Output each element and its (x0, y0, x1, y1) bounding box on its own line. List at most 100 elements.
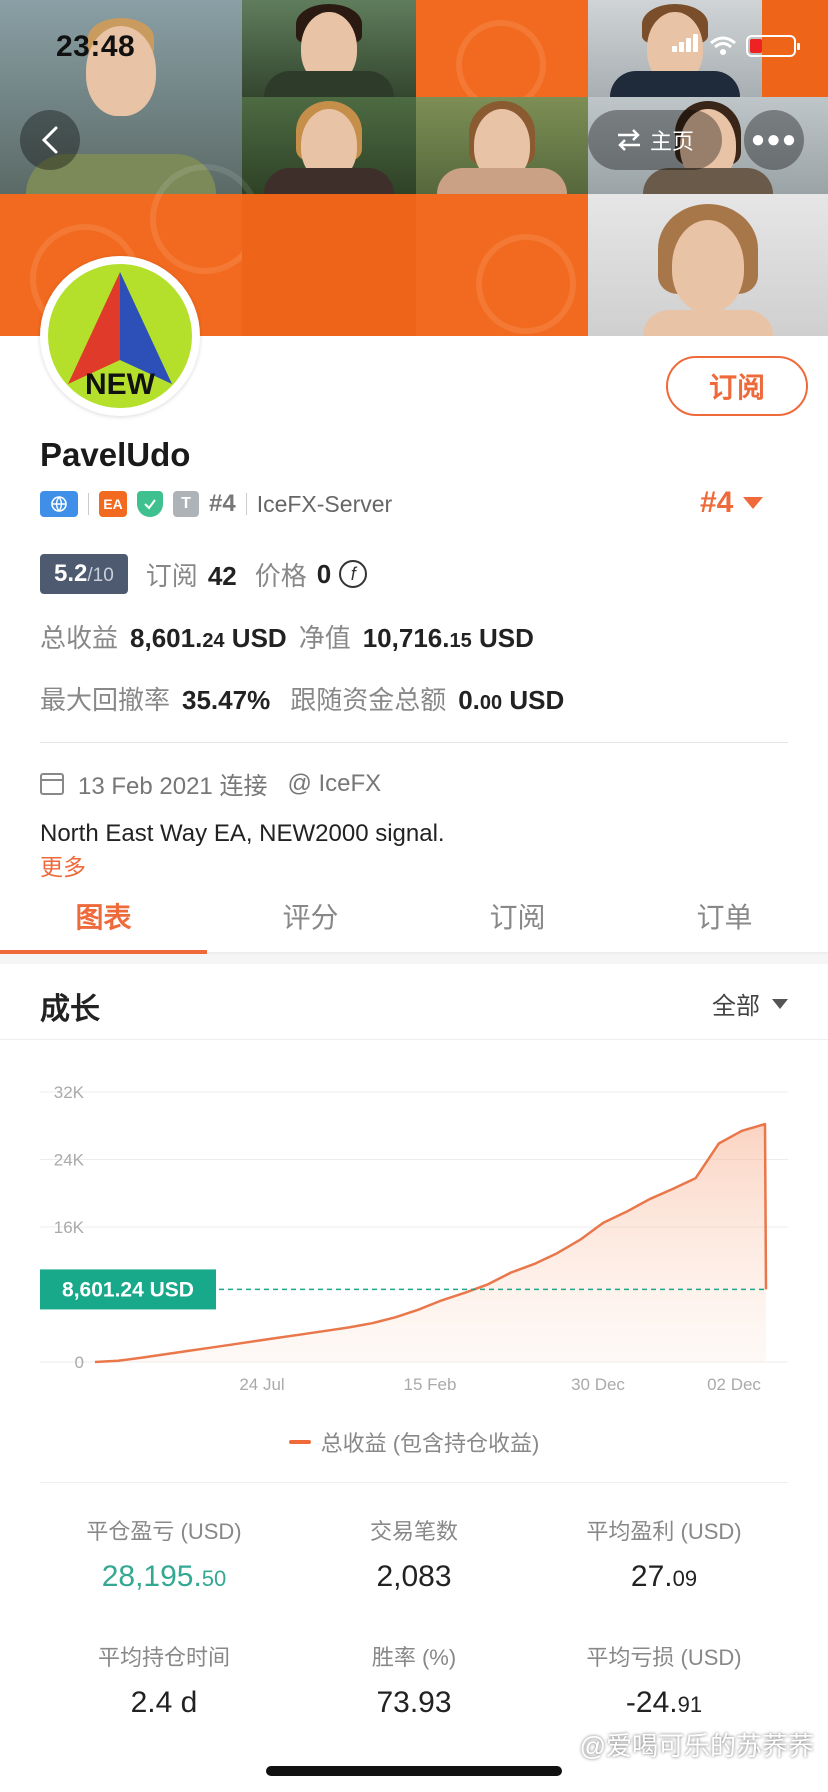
rank-big: #4 (700, 486, 734, 519)
status-time: 23:48 (56, 30, 136, 63)
server-name: IceFX-Server (256, 490, 393, 517)
watermark: @爱喝可乐的苏荞荞 (579, 1731, 814, 1761)
avatar-text: NEW (85, 368, 155, 401)
subscribe-button[interactable]: 订阅 (666, 356, 808, 416)
stat-win-rate: 胜率 (%) 73.93 (276, 1640, 552, 1720)
stat-label: 平均持仓时间 (97, 1645, 230, 1670)
banner-photo (588, 194, 828, 336)
follow-label: 跟随资金总额 (290, 685, 447, 715)
stat-value: -24.91 (625, 1686, 703, 1719)
rank-small: #4 (209, 490, 236, 517)
range-selector[interactable]: 全部 (712, 986, 788, 1021)
divider (88, 493, 89, 515)
stat-label: 平均亏损 (USD) (586, 1645, 742, 1670)
divider (40, 742, 788, 743)
battery-icon (746, 34, 800, 57)
profit-row: 总收益 8,601.24 USD 净值 10,716.15 USD (40, 618, 534, 655)
tab-bar: 图表 评分 订阅 订单 (0, 890, 828, 954)
total-profit-value: 8,601.24 USD (130, 623, 287, 653)
y-tick-label: 16K (54, 1218, 85, 1237)
section-gap (0, 954, 828, 964)
x-tick-label: 15 Feb (404, 1375, 457, 1394)
x-tick-label: 30 Dec (571, 1375, 625, 1394)
price-value: 0 (316, 558, 332, 589)
stat-closed-pnl: 平仓盈亏 (USD) 28,195.50 (26, 1514, 302, 1594)
score-row: 5.2/10 订阅 42 价格 0 f (40, 554, 368, 594)
subscribe-count: 订阅 42 (146, 556, 237, 593)
equity-label: 净值 (298, 623, 351, 653)
range-label: 全部 (712, 993, 760, 1020)
rating-max: /10 (87, 565, 114, 586)
y-tick-label: 32K (54, 1083, 85, 1102)
trader-name: PavelUdo (40, 436, 191, 473)
calendar-icon (40, 772, 64, 795)
signal-icon (672, 34, 700, 57)
tab-orders[interactable]: 订单 (621, 890, 828, 952)
t-badge: T (173, 491, 199, 517)
swap-icon (617, 129, 640, 151)
divider (40, 1482, 788, 1483)
chevron-left-icon (41, 126, 58, 154)
home-indicator[interactable] (266, 1766, 562, 1776)
stat-avg-hold-time: 平均持仓时间 2.4 d (26, 1640, 302, 1720)
stat-avg-loss: 平均亏损 (USD) -24.91 (526, 1640, 802, 1720)
price-label: 价格 (254, 560, 307, 591)
stat-label: 胜率 (%) (371, 1645, 457, 1670)
globe-icon (40, 491, 78, 517)
legend-label: 总收益 (包含持仓收益) (320, 1431, 540, 1456)
ellipsis-icon: ●●● (750, 126, 798, 153)
current-value-label: 8,601.24 USD (62, 1278, 194, 1301)
chart-legend: 总收益 (包含持仓收益) (0, 1426, 828, 1458)
stat-value: 28,195.50 (101, 1560, 227, 1593)
rating-badge: 5.2/10 (40, 554, 128, 594)
equity-value: 10,716.15 USD (362, 623, 534, 653)
caret-down-icon (743, 497, 764, 509)
legend-swatch (288, 1440, 311, 1444)
stat-label: 交易笔数 (369, 1519, 458, 1544)
rank-dropdown[interactable]: #4 (700, 486, 764, 520)
stat-value: 27.09 (630, 1560, 698, 1593)
more-button[interactable]: ●●● (744, 110, 804, 170)
broker-name: @ IceFX (287, 769, 382, 797)
divider (245, 493, 247, 515)
drawdown-value: 35.47% (182, 685, 271, 715)
subscribe-count-value: 42 (207, 560, 237, 591)
section-title: 成长 (40, 993, 100, 1026)
price: 价格 0 f (254, 556, 368, 593)
tab-rating[interactable]: 评分 (207, 890, 414, 952)
description: North East Way EA, NEW2000 signal. (40, 820, 445, 847)
shield-check-icon (137, 491, 163, 517)
growth-chart: 8,601.24 USD 32K 24K 16K 0 24 Jul 15 Feb 30 De… (40, 1083, 788, 1394)
stat-value: 73.93 (376, 1686, 452, 1719)
tab-subscribe[interactable]: 订阅 (414, 890, 621, 952)
x-tick-label: 02 Dec (707, 1375, 761, 1394)
avatar-logo: NEW (48, 264, 192, 408)
tab-chart[interactable]: 图表 (0, 890, 207, 954)
x-tick-label: 24 Jul (239, 1375, 284, 1394)
banner-tile (416, 0, 588, 110)
coin-icon: f (339, 560, 368, 588)
home-button[interactable]: 主页 (588, 110, 722, 170)
subscribe-count-label: 订阅 (145, 560, 198, 591)
more-link[interactable]: 更多 (40, 848, 86, 882)
follow-value: 0.00 USD (458, 685, 565, 715)
drawdown-row: 最大回撤率 35.47% 跟随资金总额 0.00 USD (40, 680, 564, 717)
growth-section-header: 成长 全部 (0, 964, 828, 1040)
stat-label: 平仓盈亏 (USD) (86, 1519, 242, 1544)
caret-down-icon (772, 998, 788, 1009)
back-button[interactable] (20, 110, 80, 170)
banner-photo (416, 97, 588, 194)
home-label: 主页 (649, 129, 694, 154)
ea-badge: EA (99, 491, 127, 517)
banner-photo (242, 97, 416, 194)
wifi-icon (710, 36, 736, 55)
drawdown-label: 最大回撤率 (40, 685, 171, 715)
y-tick-label: 24K (54, 1151, 85, 1170)
stat-trade-count: 交易笔数 2,083 (276, 1514, 552, 1594)
badge-row: EA T #4 IceFX-Server (40, 488, 392, 520)
stat-value: 2.4 d (130, 1686, 198, 1719)
connected-date: 13 Feb 2021 连接 (78, 773, 268, 800)
avatar: NEW (40, 256, 200, 416)
meta-row: 13 Feb 2021 连接 @ IceFX (40, 766, 381, 801)
stat-label: 平均盈利 (USD) (586, 1519, 742, 1544)
